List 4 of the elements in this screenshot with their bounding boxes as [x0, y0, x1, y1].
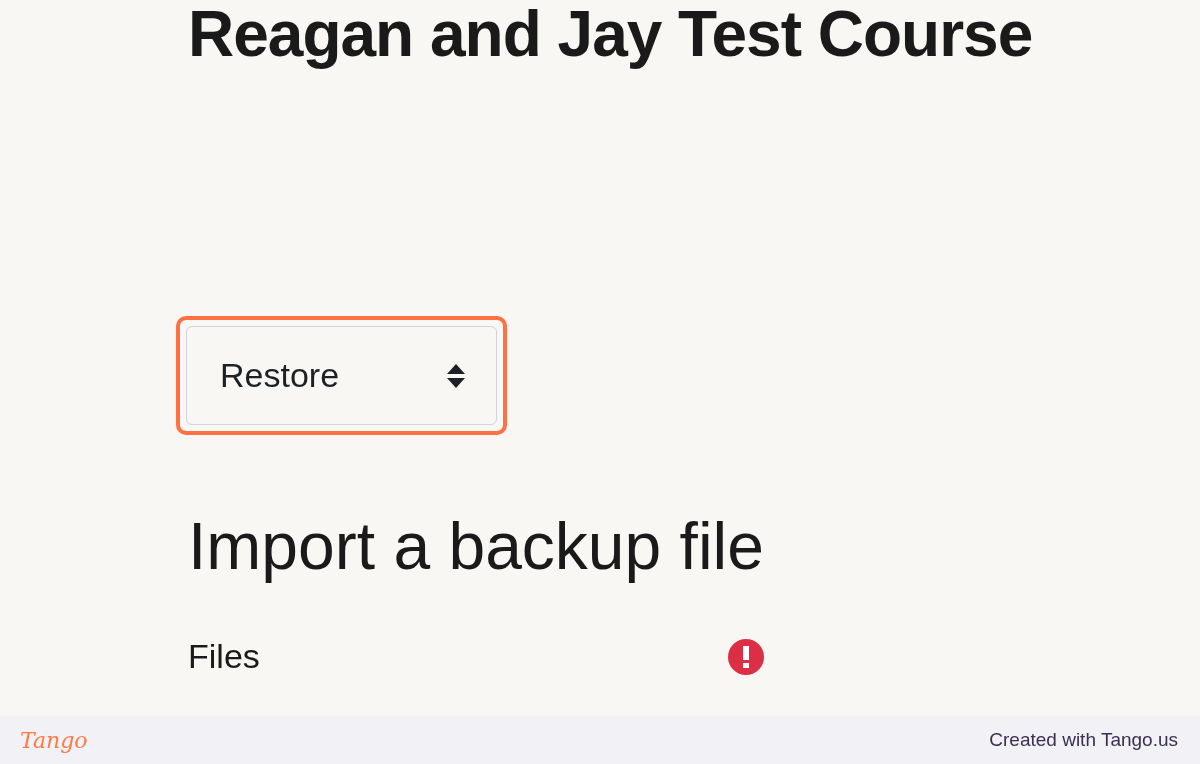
logo: Tango: [20, 726, 88, 755]
restore-select[interactable]: Restore: [186, 326, 497, 425]
field-label: Files: [188, 636, 261, 677]
credit-text: Created with Tango.us: [989, 727, 1178, 752]
